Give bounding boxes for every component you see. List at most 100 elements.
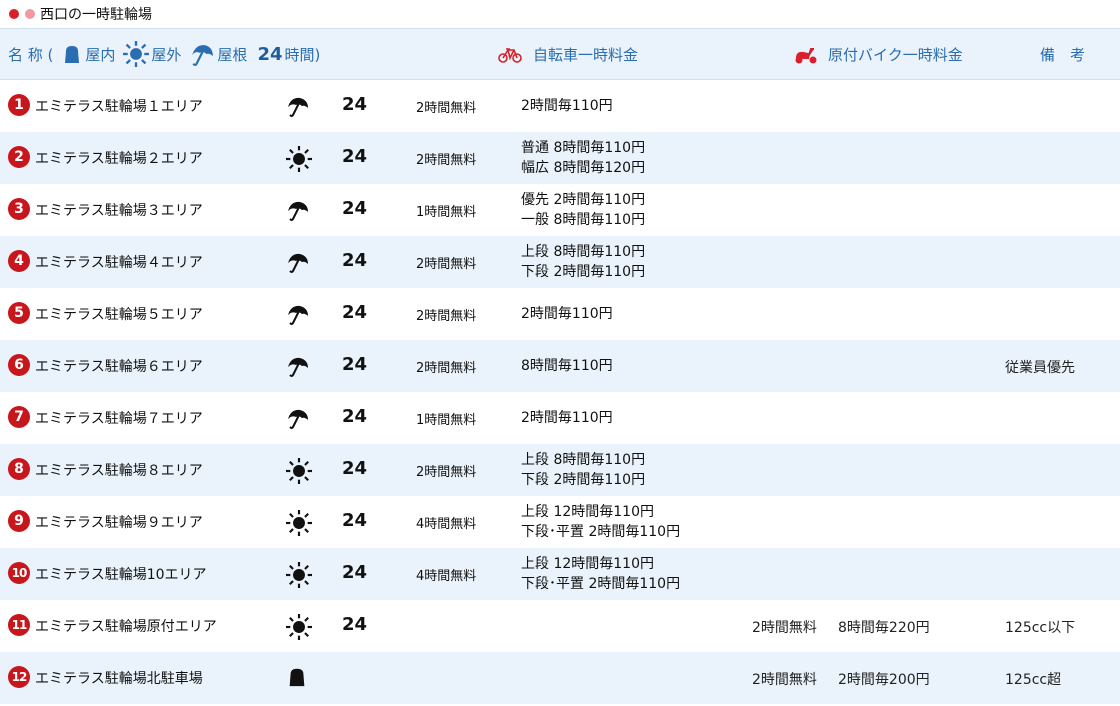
scooter-icon	[795, 48, 817, 64]
parking-name[interactable]: エミテラス駐輪場４エリア	[35, 252, 203, 272]
fee-line: 普通 8時間毎110円	[521, 140, 646, 156]
free-time: 2時間無料	[416, 101, 477, 116]
fee-line: 下段･平置 2時間毎110円	[521, 524, 681, 540]
hours-value: 24	[342, 458, 368, 479]
sun-icon	[286, 562, 312, 588]
hours-value: 24	[342, 510, 368, 531]
row-number-badge: 4	[8, 250, 30, 272]
umbrella-icon	[286, 406, 310, 430]
note-text: 125cc超	[1005, 672, 1062, 688]
hours-value: 24	[342, 94, 368, 115]
table-row: 6 エミテラス駐輪場６エリア 24 2時間無料 8時間毎110円 従業員優先	[0, 340, 1120, 392]
free-time: 2時間無料	[416, 361, 477, 376]
parking-name[interactable]: エミテラス駐輪場３エリア	[35, 200, 203, 220]
fee-line: 上段 12時間毎110円	[521, 556, 654, 572]
sun-icon	[286, 458, 312, 484]
free-time: 2時間無料	[416, 309, 477, 324]
table-row: 5 エミテラス駐輪場５エリア 24 2時間無料 2時間毎110円	[0, 288, 1120, 340]
row-number-badge: 10	[8, 562, 30, 584]
moped-fee-header: 原付バイク一時料金	[828, 46, 963, 64]
bicycle-fee: 普通 8時間毎110円 幅広 8時間毎120円	[521, 138, 645, 178]
bicycle-fee-header: 自転車一時料金	[533, 46, 639, 64]
free-time: 4時間無料	[416, 569, 477, 584]
parking-name[interactable]: エミテラス駐輪場10エリア	[35, 564, 207, 584]
umbrella-icon	[286, 94, 310, 118]
parking-name[interactable]: エミテラス駐輪場２エリア	[35, 148, 203, 168]
row-number-badge: 8	[8, 458, 30, 480]
hours-value: 24	[342, 146, 368, 167]
name-column-label: 名 称 (	[8, 45, 54, 64]
bicycle-fee: 2時間毎110円	[521, 96, 613, 116]
outdoor-label: 屋外	[151, 45, 182, 64]
fee-line: 2時間毎110円	[521, 98, 613, 114]
umbrella-icon	[286, 354, 310, 378]
free-time: 4時間無料	[416, 517, 477, 532]
free-time: 2時間無料	[416, 153, 477, 168]
parking-name[interactable]: エミテラス駐輪場６エリア	[35, 356, 203, 376]
hours-value: 24	[342, 250, 368, 271]
bicycle-fee: 8時間毎110円	[521, 356, 613, 376]
building-icon	[286, 666, 310, 690]
parking-name[interactable]: エミテラス駐輪場５エリア	[35, 304, 203, 324]
hours-value: 24	[342, 198, 368, 219]
parking-name[interactable]: エミテラス駐輪場８エリア	[35, 460, 203, 480]
fee-line: 上段 8時間毎110円	[521, 244, 646, 260]
row-number-badge: 3	[8, 198, 30, 220]
free-time: 1時間無料	[416, 413, 477, 428]
table-row: 1 エミテラス駐輪場１エリア 24 2時間無料 2時間毎110円	[0, 80, 1120, 132]
hours-value: 24	[342, 302, 368, 323]
hours-value: 24	[342, 354, 368, 375]
parking-name[interactable]: エミテラス駐輪場北駐車場	[35, 668, 203, 688]
moped-free-time: 2時間無料	[752, 620, 817, 636]
red-dot-icon	[9, 9, 19, 19]
roof-label: 屋根	[217, 45, 248, 64]
row-number-badge: 6	[8, 354, 30, 376]
table-row: 7 エミテラス駐輪場７エリア 24 1時間無料 2時間毎110円	[0, 392, 1120, 444]
hours-number: 24	[257, 43, 283, 65]
free-time: 2時間無料	[416, 465, 477, 480]
umbrella-icon	[286, 198, 310, 222]
bicycle-fee: 上段 12時間毎110円下段･平置 2時間毎110円	[521, 502, 680, 542]
hours-value: 24	[342, 562, 368, 583]
row-number-badge: 5	[8, 302, 30, 324]
table-row: 2 エミテラス駐輪場２エリア 24 2時間無料 普通 8時間毎110円 幅広 8時間毎12…	[0, 132, 1120, 184]
hours-value: 24	[342, 406, 368, 427]
fee-line: 上段 12時間毎110円	[521, 504, 654, 520]
free-time: 1時間無料	[416, 205, 477, 220]
moped-free-time: 2時間無料	[752, 672, 817, 688]
row-number-badge: 9	[8, 510, 30, 532]
free-time: 2時間無料	[416, 257, 477, 272]
moped-fee: 8時間毎220円	[838, 620, 930, 636]
parking-name[interactable]: エミテラス駐輪場７エリア	[35, 408, 203, 428]
parking-name[interactable]: エミテラス駐輪場１エリア	[35, 96, 203, 116]
table-row: 9 エミテラス駐輪場９エリア 24 4時間無料 上段 12時間毎110円下段･平置 2時…	[0, 496, 1120, 548]
table-header: 名 称 ( 屋内 屋外 屋根 24 時間) 自転車一時料金 原付バイク一時料金 …	[0, 28, 1120, 80]
table-row: 4 エミテラス駐輪場４エリア 24 2時間無料 上段 8時間毎110円 下段 2時間毎11…	[0, 236, 1120, 288]
hours-label: 時間)	[284, 45, 321, 64]
fee-line: 優先 2時間毎110円	[521, 192, 646, 208]
note-header: 備 考	[1040, 46, 1086, 64]
legend: 名 称 ( 屋内 屋外 屋根 24 時間)	[8, 41, 322, 67]
umbrella-icon	[286, 302, 310, 326]
building-icon	[65, 46, 80, 63]
bicycle-fee: 優先 2時間毎110円 一般 8時間毎110円	[521, 190, 645, 230]
row-number-badge: 1	[8, 94, 30, 116]
row-number-badge: 11	[8, 614, 30, 636]
row-number-badge: 2	[8, 146, 30, 168]
note-text: 従業員優先	[1005, 360, 1075, 376]
title-bar: 西口の一時駐輪場	[0, 0, 1120, 28]
parking-name[interactable]: エミテラス駐輪場原付エリア	[35, 616, 217, 636]
sun-icon	[123, 41, 150, 67]
fee-line: 下段 2時間毎110円	[521, 472, 646, 488]
bicycle-fee: 上段 8時間毎110円 下段 2時間毎110円	[521, 450, 645, 490]
sun-icon	[286, 614, 312, 640]
bicycle-icon	[498, 48, 522, 63]
parking-name[interactable]: エミテラス駐輪場９エリア	[35, 512, 203, 532]
indoor-label: 屋内	[85, 45, 116, 64]
fee-line: 2時間毎110円	[521, 410, 613, 426]
sun-icon	[286, 510, 312, 536]
bicycle-fee: 2時間毎110円	[521, 304, 613, 324]
page-title: 西口の一時駐輪場	[40, 7, 152, 23]
table-row: 3 エミテラス駐輪場３エリア 24 1時間無料 優先 2時間毎110円 一般 8時間毎11…	[0, 184, 1120, 236]
fee-line: 幅広 8時間毎120円	[521, 160, 646, 176]
